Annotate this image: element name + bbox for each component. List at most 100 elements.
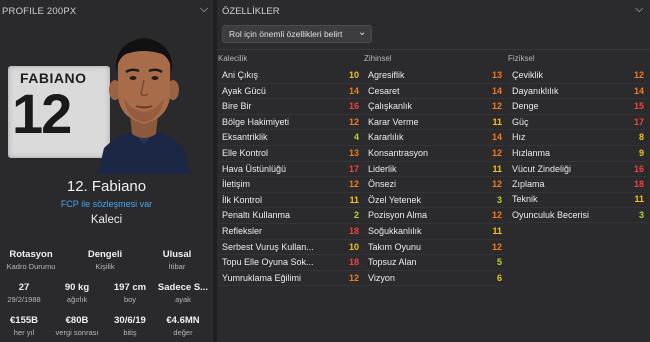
attribute-value: 12 bbox=[348, 116, 359, 127]
attribute-value: 6 bbox=[496, 272, 502, 283]
attribute-value: 2 bbox=[353, 210, 359, 221]
attribute-row[interactable]: Ayak Gücü 14 bbox=[218, 84, 361, 100]
attribute-row[interactable]: Agresiflik 13 bbox=[364, 68, 504, 84]
player-photo bbox=[98, 38, 190, 174]
attribute-name: İletişim bbox=[222, 179, 251, 190]
attribute-value: 10 bbox=[348, 241, 359, 252]
attribute-row[interactable]: İlk Kontrol 11 bbox=[218, 193, 361, 209]
attribute-value: 16 bbox=[348, 101, 359, 112]
fact-age: 27 29/2/1988 bbox=[7, 282, 41, 304]
attribute-row[interactable]: Eksantriklik 4 bbox=[218, 130, 361, 146]
contract-link[interactable]: FCP ile sözleşmesi var bbox=[0, 199, 213, 209]
attribute-value: 11 bbox=[349, 194, 359, 205]
attribute-row[interactable]: Çeviklik 12 bbox=[508, 68, 646, 84]
attribute-row[interactable]: Bire Bir 16 bbox=[218, 99, 361, 115]
attribute-value: 12 bbox=[491, 241, 502, 252]
chevron-down-icon: ⌄ bbox=[358, 27, 367, 38]
attribute-row[interactable]: Konsantrasyon 12 bbox=[364, 146, 504, 162]
attribute-value: 12 bbox=[348, 179, 359, 190]
attribute-value: 3 bbox=[638, 209, 644, 220]
attribute-row[interactable]: Özel Yetenek 3 bbox=[364, 193, 504, 209]
attribute-row[interactable]: Soğukkanlılık 11 bbox=[364, 224, 504, 240]
attribute-name: Takım Oyunu bbox=[368, 241, 422, 252]
attribute-row[interactable]: Takım Oyunu 12 bbox=[364, 240, 504, 256]
attribute-row[interactable]: Pozisyon Alma 12 bbox=[364, 208, 504, 224]
attribute-row[interactable]: Bölge Hakimiyeti 12 bbox=[218, 115, 361, 131]
attribute-value: 5 bbox=[496, 257, 502, 268]
attribute-value: 12 bbox=[491, 101, 502, 112]
chevron-down-icon[interactable]: ⌵ bbox=[635, 3, 643, 16]
attribute-row[interactable]: Teknik 11 bbox=[508, 192, 646, 208]
attribute-name: Ayak Gücü bbox=[222, 85, 266, 96]
attribute-name: Penaltı Kullanma bbox=[222, 210, 291, 221]
fact-contract-end: 30/6/19 bitiş bbox=[114, 315, 146, 337]
profile-panel-header: PROFILE 200PX ⌵ bbox=[0, 0, 213, 22]
attribute-value: 11 bbox=[492, 116, 502, 127]
attribute-row[interactable]: Hava Üstünlüğü 17 bbox=[218, 162, 361, 178]
attribute-row[interactable]: Topu Elle Oyuna Sok... 18 bbox=[218, 255, 361, 271]
attribute-name: Ani Çıkış bbox=[222, 70, 259, 80]
attribute-row[interactable]: Dayanıklılık 14 bbox=[508, 84, 646, 100]
attribute-row[interactable]: Kararlılık 14 bbox=[364, 130, 504, 146]
attribute-row[interactable]: Oyunculuk Becerisi 3 bbox=[508, 208, 646, 224]
attribute-name: Çalışkanlık bbox=[368, 101, 413, 112]
attribute-row[interactable]: Cesaret 14 bbox=[364, 84, 504, 100]
attribute-row[interactable]: Elle Kontrol 13 bbox=[218, 146, 361, 162]
attribute-name: Konsantrasyon bbox=[368, 147, 429, 158]
attribute-row[interactable]: Denge 15 bbox=[508, 99, 646, 115]
attribute-value: 11 bbox=[492, 225, 502, 236]
attribute-value: 12 bbox=[633, 70, 644, 80]
attribute-name: Serbest Vuruş Kullan... bbox=[222, 241, 314, 252]
attribute-value: 11 bbox=[492, 163, 502, 174]
attribute-name: Refleksler bbox=[222, 225, 263, 236]
attribute-name: Güç bbox=[512, 116, 529, 127]
attribute-value: 10 bbox=[348, 70, 359, 80]
attribute-row[interactable]: İletişim 12 bbox=[218, 177, 361, 193]
fact-net-wage: €80B vergi sonrası bbox=[55, 315, 99, 337]
role-highlight-select[interactable]: Rol için önemli özellikleri belirt ⌄ bbox=[222, 25, 372, 43]
attribute-name: Yumruklama Eğilimi bbox=[222, 272, 302, 283]
attribute-name: Hız bbox=[512, 132, 526, 143]
attribute-row[interactable]: Liderlik 11 bbox=[364, 162, 504, 178]
attribute-row[interactable]: Güç 17 bbox=[508, 115, 646, 131]
chevron-down-icon[interactable]: ⌵ bbox=[200, 3, 208, 16]
attribute-value: 14 bbox=[491, 132, 502, 143]
attribute-row[interactable]: Penaltı Kullanma 2 bbox=[218, 208, 361, 224]
attribute-row[interactable]: Yumruklama Eğilimi 12 bbox=[218, 271, 361, 287]
fact-weight: 90 kg ağırlık bbox=[64, 282, 90, 304]
attribute-name: Çeviklik bbox=[512, 70, 544, 80]
attribute-row[interactable]: Ani Çıkış 10 bbox=[218, 68, 361, 84]
attribute-row[interactable]: Refleksler 18 bbox=[218, 224, 361, 240]
attribute-value: 17 bbox=[348, 163, 359, 174]
attribute-name: Cesaret bbox=[368, 85, 400, 96]
physical-column: Fiziksel Çeviklik 12 Dayanıklılık 14 Denge 15… bbox=[508, 54, 646, 193]
attribute-name: Hava Üstünlüğü bbox=[222, 163, 287, 174]
column-header: Zihinsel bbox=[364, 54, 392, 63]
attribute-name: Eksantriklik bbox=[222, 132, 268, 143]
column-header: Kalecilik bbox=[218, 54, 248, 63]
attribute-value: 13 bbox=[491, 70, 502, 80]
attribute-row[interactable]: Vücut Zindeliği 16 bbox=[508, 162, 646, 178]
attribute-name: Zıplama bbox=[512, 179, 545, 190]
attribute-row[interactable]: Zıplama 18 bbox=[508, 177, 646, 193]
mental-column: Zihinsel Agresiflik 13 Cesaret 14 Çalışkanlı… bbox=[364, 54, 504, 287]
attribute-name: Dayanıklılık bbox=[512, 85, 559, 96]
attribute-row[interactable]: Karar Verme 11 bbox=[364, 115, 504, 131]
attribute-row[interactable]: Serbest Vuruş Kullan... 10 bbox=[218, 240, 361, 256]
attribute-value: 12 bbox=[491, 210, 502, 221]
goalkeeping-column: Kalecilik Ani Çıkış 10 Ayak Gücü 14 Bire Bir… bbox=[218, 54, 361, 287]
fact-reputation: Ulusal İtibar bbox=[162, 249, 192, 271]
attribute-row[interactable]: Önsezi 12 bbox=[364, 177, 504, 193]
attribute-value: 18 bbox=[348, 225, 359, 236]
attribute-value: 12 bbox=[491, 179, 502, 190]
attribute-row[interactable]: Çalışkanlık 12 bbox=[364, 99, 504, 115]
attribute-value: 16 bbox=[633, 163, 644, 174]
attribute-row[interactable]: Vizyon 6 bbox=[364, 271, 504, 287]
attribute-row[interactable]: Hız 8 bbox=[508, 130, 646, 146]
attribute-row[interactable]: Topsuz Alan 5 bbox=[364, 255, 504, 271]
attribute-row[interactable]: Hızlanma 9 bbox=[508, 146, 646, 162]
role-select-label: Rol için önemli özellikleri belirt bbox=[229, 29, 343, 39]
attribute-value: 14 bbox=[491, 85, 502, 96]
profile-panel-title: PROFILE 200PX bbox=[2, 6, 77, 17]
attribute-name: Hızlanma bbox=[512, 147, 551, 158]
